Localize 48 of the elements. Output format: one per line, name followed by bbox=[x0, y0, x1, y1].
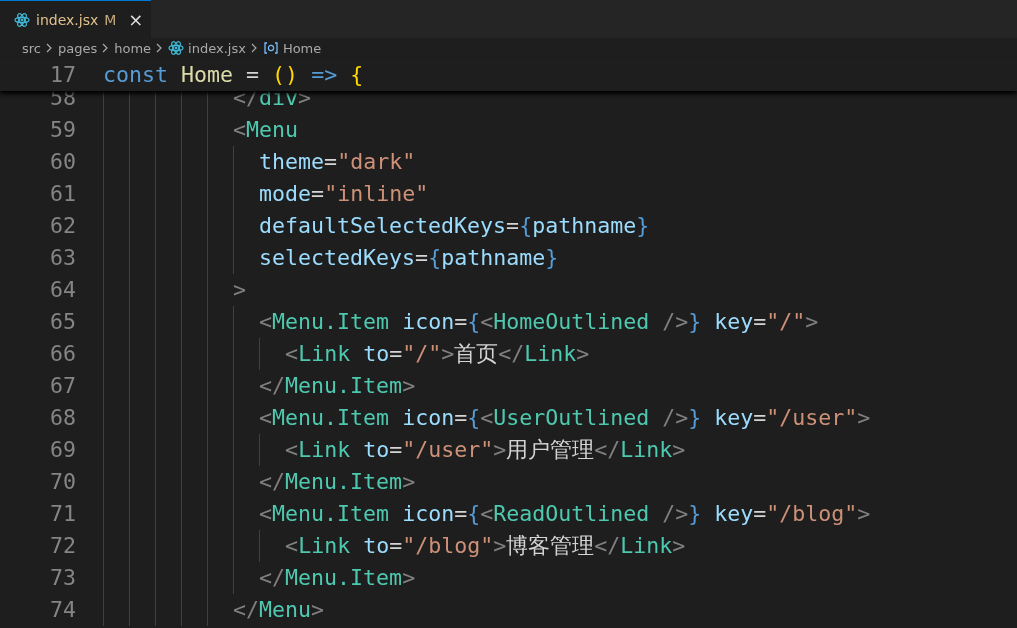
line-number: 60 bbox=[49, 148, 76, 176]
code-line: <Link to="/">首页</Link> bbox=[103, 338, 590, 370]
line-number: 71 bbox=[49, 500, 76, 528]
close-icon[interactable]: × bbox=[128, 9, 144, 30]
line-number: 70 bbox=[49, 468, 76, 496]
code-line: </Menu> bbox=[103, 594, 325, 626]
code-line: <Menu.Item icon={<UserOutlined />} key="/user"> bbox=[103, 402, 871, 434]
breadcrumb-item[interactable]: src bbox=[22, 40, 41, 56]
code-line: </Menu.Item> bbox=[103, 562, 416, 594]
tab-label: index.jsx bbox=[36, 11, 99, 28]
line-number: 74 bbox=[49, 596, 76, 624]
line-number: 17 bbox=[49, 60, 76, 89]
line-number: 64 bbox=[49, 276, 76, 304]
line-number: 59 bbox=[49, 116, 76, 144]
line-number: 66 bbox=[49, 340, 76, 368]
breadcrumb-item[interactable]: home bbox=[114, 40, 152, 56]
line-number: 69 bbox=[49, 436, 76, 464]
code-line: <Menu bbox=[103, 114, 299, 146]
git-status-label: M bbox=[104, 11, 117, 28]
code-line: </Menu.Item> bbox=[103, 370, 416, 402]
line-number: 72 bbox=[49, 532, 76, 560]
code-line: <Link to="/blog">博客管理</Link> bbox=[103, 530, 686, 562]
line-number: 63 bbox=[49, 244, 76, 272]
atom-icon bbox=[168, 40, 185, 56]
code-line: <Menu.Item icon={<ReadOutlined />} key="/blog"> bbox=[103, 498, 871, 530]
editor-tab[interactable]: index.jsx M × bbox=[0, 0, 152, 38]
code-line: > bbox=[103, 274, 247, 306]
atom-icon bbox=[14, 11, 30, 28]
code-line: <Menu.Item icon={<HomeOutlined />} key="/"> bbox=[103, 306, 819, 338]
bracket-symbol-icon bbox=[262, 42, 279, 54]
line-number: 61 bbox=[49, 180, 76, 208]
breadcrumb-item[interactable]: index.jsx bbox=[188, 40, 246, 56]
line-number: 73 bbox=[49, 564, 76, 592]
code-line: </Menu.Item> bbox=[103, 466, 416, 498]
chevron-icon bbox=[249, 43, 259, 53]
code-line: mode="inline" bbox=[103, 178, 429, 210]
code-line: defaultSelectedKeys={pathname} bbox=[103, 210, 650, 242]
line-number: 68 bbox=[49, 404, 76, 432]
line-number: 67 bbox=[49, 372, 76, 400]
code-line: theme="dark" bbox=[103, 146, 416, 178]
line-number: 65 bbox=[49, 308, 76, 336]
breadcrumb-item[interactable]: Home bbox=[282, 40, 322, 56]
breadcrumb-item[interactable]: pages bbox=[58, 40, 98, 56]
chevron-icon bbox=[45, 43, 54, 53]
code-line: const Home = () => { bbox=[103, 60, 364, 89]
line-number: 62 bbox=[49, 212, 76, 240]
code-line: selectedKeys={pathname} bbox=[103, 242, 559, 274]
code-line: <Link to="/user">用户管理</Link> bbox=[103, 434, 686, 466]
